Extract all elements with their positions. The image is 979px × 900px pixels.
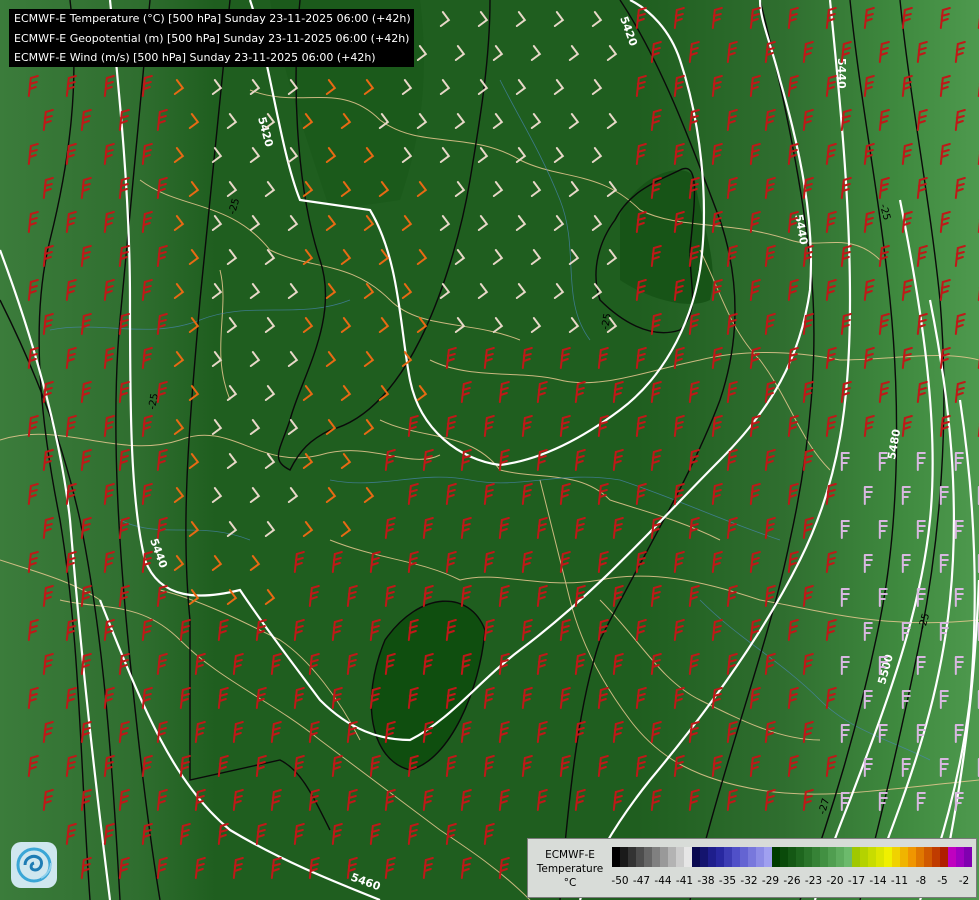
legend-tick-label: -20 <box>826 875 844 887</box>
ecmwf-swirl-icon <box>11 842 57 888</box>
title-line-wind: ECMWF-E Wind (m/s) [500 hPa] Sunday 23-1… <box>14 51 376 64</box>
legend-swatch <box>732 847 740 867</box>
legend-tick-labels: -50 -47 -44 -41 -38 -35 -32 -29 -26 -23 -20 -17 -14-… <box>611 875 972 889</box>
legend-swatch <box>764 847 772 867</box>
legend-swatch <box>908 847 916 867</box>
legend-swatch <box>716 847 724 867</box>
legend-tick-label: -47 <box>632 875 651 887</box>
legend-swatch <box>828 847 836 867</box>
legend-swatch <box>780 847 788 867</box>
legend-tick-label: -29 <box>761 875 780 887</box>
legend-swatch <box>684 847 692 867</box>
legend-swatch <box>916 847 924 867</box>
legend-color-bar <box>612 847 972 867</box>
legend-swatch <box>844 847 852 867</box>
legend-swatch <box>644 847 652 867</box>
legend-tick-label: -14 <box>869 875 887 887</box>
legend-tick-label: -35 <box>718 875 737 887</box>
legend-swatch <box>660 847 668 867</box>
legend-swatch <box>868 847 876 867</box>
legend-swatch <box>924 847 932 867</box>
legend-swatch <box>876 847 884 867</box>
legend-tick-label: -17 <box>847 875 866 887</box>
legend-tick-label: -5 <box>937 875 948 887</box>
legend-swatch <box>852 847 860 867</box>
temperature-legend: ECMWF-E Temperature °C -50 -47 -44 -41 -38 -3… <box>527 838 977 898</box>
legend-swatch <box>740 847 748 867</box>
title-line-temperature: ECMWF-E Temperature (°C) [500 hPa] Sunda… <box>14 12 411 25</box>
legend-tick-label: -2 <box>958 875 970 887</box>
legend-swatch <box>612 847 620 867</box>
legend-swatch <box>756 847 764 867</box>
legend-tick-label: -38 <box>697 875 715 887</box>
legend-swatch <box>724 847 732 867</box>
legend-title: ECMWF-E Temperature °C <box>530 848 610 890</box>
legend-tick-label: -11 <box>890 875 909 887</box>
legend-swatch <box>804 847 812 867</box>
legend-swatch <box>836 847 844 867</box>
legend-swatch <box>788 847 796 867</box>
legend-swatch <box>676 847 684 867</box>
legend-swatch <box>860 847 868 867</box>
legend-swatch <box>892 847 900 867</box>
legend-tick-label: -23 <box>804 875 823 887</box>
map-title-box: ECMWF-E Temperature (°C) [500 hPa] Sunda… <box>9 9 414 67</box>
legend-swatch <box>668 847 676 867</box>
legend-tick-label: -44 <box>654 875 672 887</box>
legend-tick-label: -41 <box>675 875 694 887</box>
legend-swatch <box>932 847 940 867</box>
legend-swatch <box>820 847 828 867</box>
map-background <box>0 0 979 900</box>
legend-swatch <box>812 847 820 867</box>
legend-swatch <box>692 847 700 867</box>
legend-swatch <box>628 847 636 867</box>
legend-swatch <box>964 847 972 867</box>
legend-tick-label: -26 <box>783 875 801 887</box>
legend-swatch <box>796 847 804 867</box>
legend-swatch <box>748 847 756 867</box>
legend-swatch <box>940 847 948 867</box>
legend-title-unit: °C <box>563 877 577 889</box>
legend-swatch <box>884 847 892 867</box>
legend-title-variable: Temperature <box>536 863 604 875</box>
title-line-geopotential: ECMWF-E Geopotential (m) [500 hPa] Sunda… <box>14 31 410 45</box>
legend-title-model: ECMWF-E <box>545 849 595 861</box>
legend-swatch <box>636 847 644 867</box>
legend-swatch <box>620 847 628 867</box>
legend-swatch <box>948 847 956 867</box>
legend-tick-label: -8 <box>915 875 927 887</box>
legend-swatch <box>700 847 708 867</box>
legend-swatch <box>900 847 908 867</box>
legend-swatch <box>956 847 964 867</box>
legend-tick-label: -32 <box>740 875 758 887</box>
legend-swatch <box>652 847 660 867</box>
legend-tick-label: -50 <box>611 875 629 887</box>
legend-swatch <box>772 847 780 867</box>
weather-map: 5420 5440 5440 5440 5480 5500 5460 5420 … <box>0 0 979 900</box>
legend-swatch <box>708 847 716 867</box>
